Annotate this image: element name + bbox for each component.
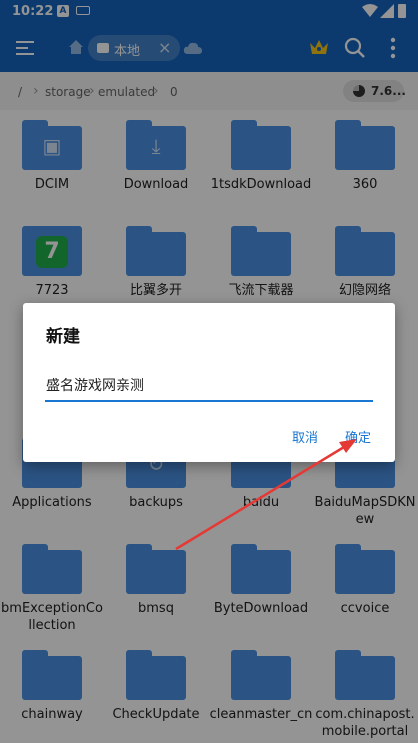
dialog-title: 新建 [46, 327, 80, 347]
name-input[interactable] [45, 370, 373, 402]
cancel-button[interactable]: 取消 [292, 427, 318, 446]
ok-button[interactable]: 确定 [345, 427, 371, 446]
new-item-dialog: 新建 取消 确定 [23, 303, 395, 462]
